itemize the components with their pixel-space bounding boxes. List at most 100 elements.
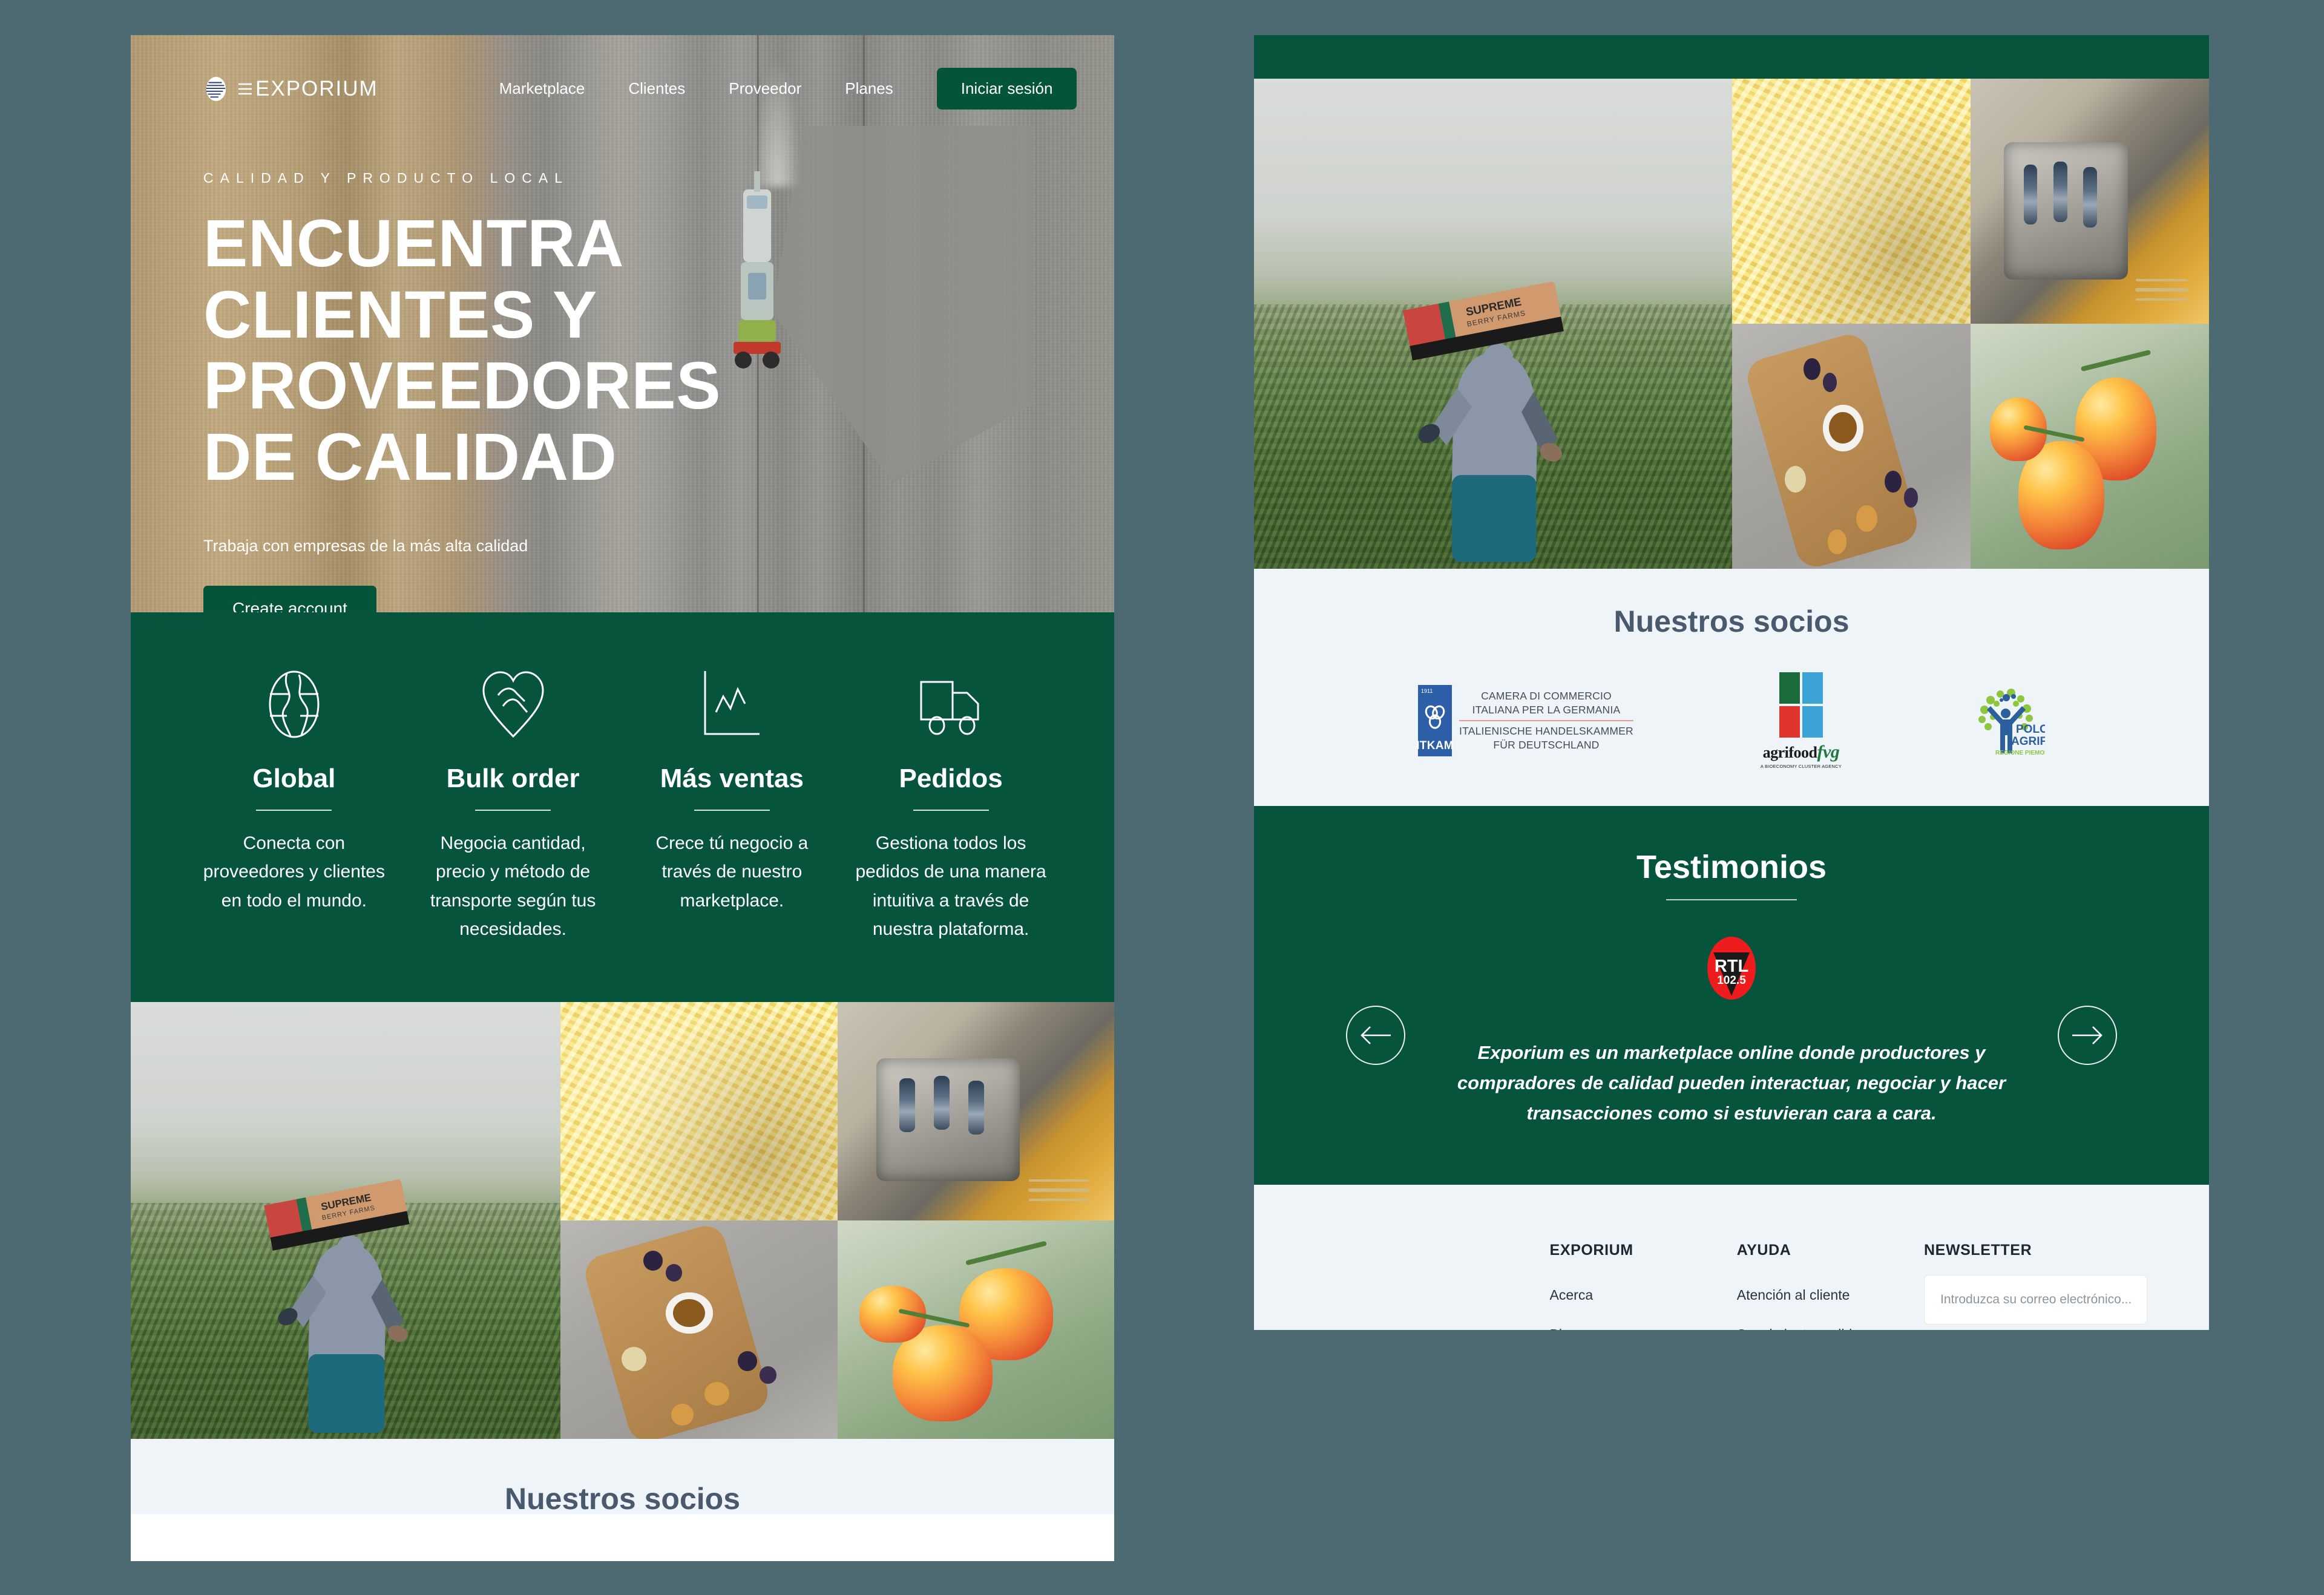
gallery-grid: SUPREME BERRY FARMS	[131, 1001, 1114, 1439]
feature-card-pedidos: Pedidos Gestiona todos los pedidos de un…	[855, 666, 1046, 944]
svg-text:RTL: RTL	[1715, 957, 1748, 976]
feature-divider	[475, 810, 551, 811]
testimonials-title: Testimonios	[1636, 849, 1827, 885]
agrifood-tile-mountain	[1802, 672, 1823, 704]
globe-icon	[263, 666, 326, 743]
itkam-year: 1911	[1421, 688, 1433, 694]
agrifood-tile-sun	[1779, 706, 1800, 738]
footer-link-blog[interactable]: Blog	[1550, 1326, 1737, 1330]
feature-card-global: Global Conecta con proveedores y cliente…	[199, 666, 390, 944]
footer-column-exporium: EXPORIUM Acerca Blog Contacto	[1550, 1242, 1737, 1330]
itkam-separator	[1459, 719, 1633, 721]
brand-wordmark: EXPORIUM	[237, 77, 378, 101]
footer-link-atencion-al-cliente[interactable]: Atención al cliente	[1737, 1287, 1924, 1303]
partners-section-cropped: Nuestros socios	[131, 1438, 1114, 1516]
truck-icon	[915, 666, 986, 743]
footer-column-newsletter: NEWSLETTER Suscribirse	[1924, 1242, 2147, 1330]
svg-text:POLO: POLO	[2016, 723, 2045, 736]
feature-description: Conecta con proveedores y clientes en to…	[203, 833, 385, 911]
hero-eyebrow: CALIDAD Y PRODUCTO LOCAL	[203, 170, 569, 186]
nav-item-clientes[interactable]: Clientes	[628, 79, 685, 98]
partner-logo-row: 1911 ITKAM CAMERA DI COMMERCIO ITALIANA …	[1254, 672, 2209, 769]
stylized-e-icon	[238, 83, 252, 94]
nav-item-marketplace[interactable]: Marketplace	[499, 79, 585, 98]
feature-title: Más ventas	[660, 764, 804, 793]
rtl-1025-logo: RTL 102.5	[1707, 937, 1756, 1000]
footer-link-acerca[interactable]: Acerca	[1550, 1287, 1737, 1303]
agrifood-word-text: agrifood	[1762, 744, 1817, 761]
gallery-tile-charcuterie	[560, 1220, 838, 1439]
gallery-tile-pasta	[560, 1001, 838, 1220]
gallery-tile-tomatoes	[837, 1220, 1114, 1439]
nav-item-planes[interactable]: Planes	[845, 79, 893, 98]
hero-headline: ENCUENTRA CLIENTES Y PROVEEDORES DE CALI…	[203, 206, 721, 495]
agrifood-tile-river	[1802, 706, 1823, 738]
create-account-button[interactable]: Create account	[203, 585, 376, 612]
feature-divider	[913, 810, 989, 811]
feature-title: Global	[252, 764, 336, 793]
testimonials-section: Testimonios RTL 102.5 Exporium es un mar…	[1254, 806, 2209, 1185]
gallery-hero-image: SUPREME BERRY FARMS	[131, 1001, 560, 1439]
landing-page-panel-bottom: SUPREME BERRY FARMS Nuestros socios 1911…	[1254, 35, 2209, 1330]
agrifood-tiles	[1779, 672, 1823, 738]
heart-handshake-icon	[480, 666, 547, 743]
testimonial-next-button[interactable]	[2058, 1006, 2117, 1065]
footer-link-seguimiento-pedido[interactable]: Seguimiento pedido	[1737, 1326, 1924, 1330]
feature-divider	[256, 810, 332, 811]
screenshot-canvas: EXPORIUM Marketplace Clientes Proveedor …	[0, 0, 2324, 1595]
newsletter-heading: NEWSLETTER	[1924, 1241, 2032, 1259]
itkam-line-2: ITALIANA PER LA GERMANIA	[1472, 704, 1621, 716]
gallery-tile-charcuterie	[1732, 324, 1971, 569]
brand-logo[interactable]: EXPORIUM	[203, 76, 378, 102]
testimonial-prev-button[interactable]	[1346, 1006, 1405, 1065]
feature-description: Negocia cantidad, precio y método de tra…	[430, 833, 596, 940]
site-footer: EXPORIUM EXPORIUM Acerca Blog Contacto A…	[1254, 1184, 2209, 1330]
feature-card-bulk-order: Bulk order Negocia cantidad, precio y mé…	[418, 666, 609, 944]
partners-title: Nuestros socios	[1613, 604, 1850, 638]
agrifood-fvg-mark: fvg	[1817, 742, 1840, 762]
itkam-knot-icon	[1425, 705, 1445, 729]
brand-name-text: EXPORIUM	[255, 76, 378, 100]
gallery-tile-sardines	[837, 1001, 1114, 1220]
arrow-left-icon	[1361, 1026, 1391, 1044]
gallery-tiles	[560, 1001, 1114, 1439]
agrifood-subtitle: A BIOECONOMY CLUSTER AGENCY	[1760, 764, 1842, 769]
login-button[interactable]: Iniciar sesión	[936, 68, 1077, 110]
gallery-tile-tomatoes	[1971, 324, 2209, 569]
nav-item-proveedor[interactable]: Proveedor	[729, 79, 801, 98]
polo-agrifood-logo[interactable]: POLO AGRIFOOD REGIONE PIEMONTE	[1969, 682, 2045, 759]
footer-brand-logo[interactable]: EXPORIUM	[1316, 1242, 1550, 1330]
newsletter-email-input[interactable]	[1924, 1274, 2147, 1325]
arrow-right-icon	[2072, 1026, 2102, 1044]
top-green-bar	[1254, 35, 2209, 79]
exporium-circle-icon	[206, 76, 226, 101]
gallery-grid-secondary: SUPREME BERRY FARMS	[1254, 79, 2209, 569]
itkam-line-3: ITALIENISCHE HANDELSKAMMER	[1459, 724, 1633, 737]
svg-text:REGIONE PIEMONTE: REGIONE PIEMONTE	[1995, 750, 2045, 756]
itkam-line-4: FÜR DEUTSCHLAND	[1493, 738, 1600, 751]
feature-title: Pedidos	[899, 764, 1003, 793]
gallery-tile-sardines	[1971, 79, 2209, 324]
partners-title: Nuestros socios	[504, 1481, 740, 1516]
feature-card-mas-ventas: Más ventas Crece tú negocio a través de …	[637, 666, 828, 944]
hero-subheadline: Trabaja con empresas de la más alta cali…	[203, 536, 528, 555]
polo-agrifood-tree-icon: POLO AGRIFOOD REGIONE PIEMONTE	[1978, 689, 2045, 756]
itkam-line-1: CAMERA DI COMMERCIO	[1481, 690, 1612, 703]
feature-description: Crece tú negocio a través de nuestro mar…	[655, 833, 809, 911]
svg-text:AGRIFOOD: AGRIFOOD	[2011, 735, 2045, 748]
hero-content: EXPORIUM Marketplace Clientes Proveedor …	[131, 35, 1114, 612]
feature-title: Bulk order	[446, 764, 580, 793]
feature-description: Gestiona todos los pedidos de una manera…	[855, 833, 1046, 940]
testimonials-divider	[1666, 899, 1797, 900]
nav-link-list: Marketplace Clientes Proveedor Planes	[499, 79, 893, 98]
footer-column-heading: AYUDA	[1736, 1241, 1791, 1259]
gallery-hero-image-secondary: SUPREME BERRY FARMS	[1254, 79, 1732, 569]
landing-page-panel-top: EXPORIUM Marketplace Clientes Proveedor …	[131, 35, 1114, 1561]
partners-section: Nuestros socios 1911 ITKAM CAMERA DI COM…	[1254, 569, 2209, 806]
farm-worker-figure: SUPREME BERRY FARMS	[264, 1179, 410, 1433]
agrifood-fvg-logo[interactable]: agrifoodfvg A BIOECONOMY CLUSTER AGENCY	[1761, 672, 1842, 769]
agrifood-tile-wheat	[1779, 672, 1800, 704]
line-chart-icon	[699, 666, 764, 743]
farm-worker-figure: SUPREME BERRY FARMS	[1403, 281, 1564, 562]
itkam-logo[interactable]: 1911 ITKAM CAMERA DI COMMERCIO ITALIANA …	[1416, 685, 1633, 756]
